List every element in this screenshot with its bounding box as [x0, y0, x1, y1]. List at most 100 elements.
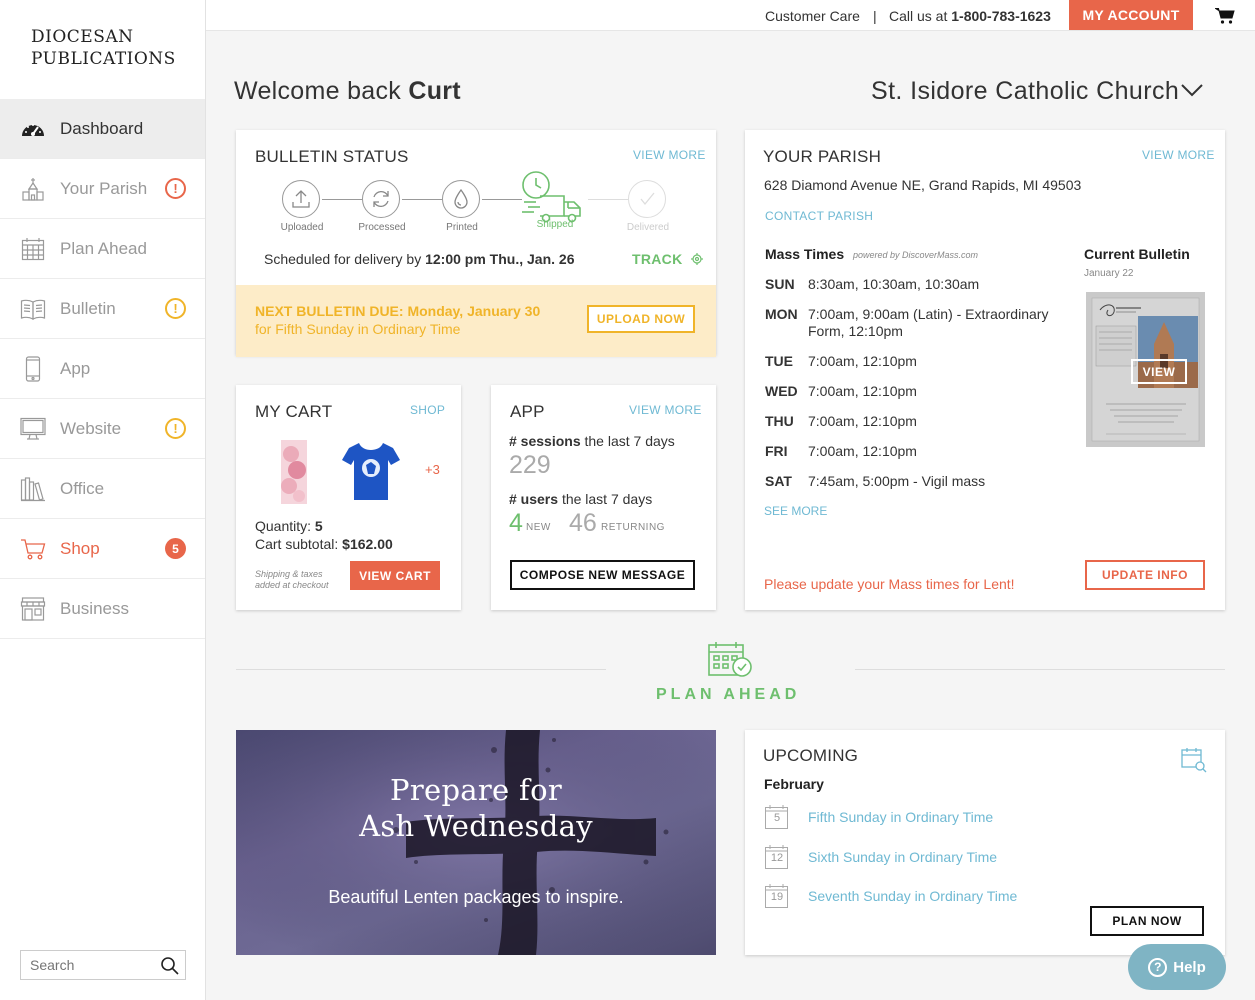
- sessions-label-rest: the last 7 days: [584, 433, 675, 449]
- tshirt-product-thumbnail[interactable]: [341, 440, 401, 507]
- divider: [855, 669, 1225, 670]
- brand-logo[interactable]: DIOCESAN PUBLICATIONS: [31, 26, 176, 70]
- customer-care-link[interactable]: Customer Care: [765, 8, 860, 24]
- sidebar-item-bulletin[interactable]: Bulletin !: [0, 279, 205, 339]
- mass-day: TUE: [765, 353, 793, 369]
- brand-line-1: DIOCESAN: [31, 27, 134, 47]
- sidebar-item-your-parish[interactable]: Your Parish !: [0, 159, 205, 219]
- card-title: YOUR PARISH: [763, 147, 882, 166]
- plan-now-button[interactable]: PLAN NOW: [1090, 906, 1204, 936]
- search-icon[interactable]: [160, 956, 180, 981]
- upcoming-day: 5: [773, 812, 781, 824]
- step-label: Processed: [358, 222, 406, 233]
- step-label: Printed: [446, 222, 478, 233]
- sidebar-item-shop[interactable]: Shop 5: [0, 519, 205, 579]
- shop-link[interactable]: SHOP: [410, 403, 445, 417]
- mass-times: 7:45am, 5:00pm - Vigil mass: [808, 473, 986, 489]
- sidebar-nav: Dashboard Your Parish ! Plan Ahead Bulle…: [0, 99, 205, 639]
- church-icon: [20, 176, 46, 202]
- step-connector: [482, 199, 522, 200]
- ash-wednesday-promo[interactable]: Prepare for Ash Wednesday Beautiful Lent…: [236, 730, 716, 955]
- upcoming-label: Seventh Sunday in Ordinary Time: [808, 888, 1018, 904]
- delivery-steps: Uploaded Processed Printed Shipped Deliv…: [281, 171, 669, 240]
- phone-icon: [20, 355, 46, 382]
- target-icon: [690, 253, 703, 265]
- view-more-link[interactable]: VIEW MORE: [1142, 148, 1215, 162]
- step-label: Uploaded: [280, 222, 324, 233]
- current-bulletin-date: January 22: [1084, 268, 1134, 279]
- step-connector: [402, 199, 442, 200]
- step-processed: Processed: [358, 180, 406, 233]
- subtotal-label: Cart subtotal:: [255, 536, 339, 552]
- step-label: Delivered: [626, 222, 670, 233]
- see-more-link[interactable]: SEE MORE: [764, 504, 827, 518]
- phone-number[interactable]: 1-800-783-1623: [951, 8, 1051, 24]
- books-icon: [20, 476, 46, 502]
- calendar-search-icon[interactable]: [1181, 747, 1207, 778]
- sidebar-item-office[interactable]: Office: [0, 459, 205, 519]
- ink-drop-icon: [442, 180, 480, 218]
- call-prefix: Call us at: [889, 8, 948, 24]
- step-shipped: Shipped: [520, 170, 590, 233]
- welcome-prefix: Welcome back: [234, 77, 402, 105]
- track-link[interactable]: TRACK: [632, 251, 703, 267]
- view-bulletin-button[interactable]: VIEW: [1131, 359, 1187, 384]
- my-account-button[interactable]: MY ACCOUNT: [1069, 0, 1193, 30]
- upcoming-day: 12: [770, 852, 784, 864]
- sidebar-item-business[interactable]: Business: [0, 579, 205, 639]
- view-more-link[interactable]: VIEW MORE: [633, 148, 706, 162]
- card-title: UPCOMING: [763, 746, 859, 765]
- schedule-prefix: Scheduled for delivery by: [264, 251, 422, 267]
- sidebar-item-dashboard[interactable]: Dashboard: [0, 99, 205, 159]
- sidebar-item-plan-ahead[interactable]: Plan Ahead: [0, 219, 205, 279]
- bulletin-thumbnail[interactable]: VIEW: [1086, 292, 1205, 447]
- view-more-link[interactable]: VIEW MORE: [629, 403, 702, 417]
- promo-title-line: Prepare for: [390, 773, 562, 807]
- subtotal-value: $162.00: [342, 536, 393, 552]
- step-connector: [588, 199, 628, 200]
- card-title: BULLETIN STATUS: [255, 147, 409, 166]
- returning-users-count: 46: [569, 509, 597, 537]
- page-title: Welcome back Curt: [234, 77, 461, 106]
- due-subtitle: for Fifth Sunday in Ordinary Time: [255, 321, 461, 337]
- parish-address: 628 Diamond Avenue NE, Grand Rapids, MI …: [764, 177, 1082, 193]
- call-us-text: Call us at 1-800-783-1623: [889, 8, 1051, 24]
- sidebar-item-app[interactable]: App: [0, 339, 205, 399]
- store-icon: [20, 596, 46, 622]
- step-printed: Printed: [442, 180, 482, 233]
- mass-times: 7:00am, 9:00am (Latin) - Extraordinary F…: [808, 306, 1049, 339]
- due-title: NEXT BULLETIN DUE: Monday, January 30: [255, 303, 541, 319]
- users-label: # users the last 7 days: [509, 491, 652, 507]
- alert-badge: !: [165, 418, 186, 439]
- help-button[interactable]: ? Help: [1128, 944, 1226, 990]
- quantity-label: Quantity:: [255, 518, 312, 534]
- upload-now-button[interactable]: UPLOAD NOW: [587, 305, 695, 333]
- note-line: Shipping & taxes: [255, 569, 323, 579]
- search-input[interactable]: [21, 957, 151, 973]
- users-label-bold: # users: [509, 491, 559, 507]
- compose-message-button[interactable]: COMPOSE NEW MESSAGE: [510, 560, 695, 590]
- cart-icon[interactable]: [1213, 7, 1235, 30]
- sessions-label: # sessions the last 7 days: [509, 433, 675, 449]
- view-cart-button[interactable]: VIEW CART: [350, 561, 440, 590]
- track-label: TRACK: [632, 251, 683, 267]
- refresh-icon: [362, 180, 400, 218]
- mass-times: 8:30am, 10:30am, 10:30am: [808, 276, 980, 292]
- update-info-button[interactable]: UPDATE INFO: [1085, 560, 1205, 590]
- contact-parish-link[interactable]: CONTACT PARISH: [765, 209, 873, 223]
- gauge-icon: [20, 116, 46, 142]
- step-connector: [322, 199, 362, 200]
- banner-product-thumbnail[interactable]: [281, 440, 307, 504]
- sessions-label-bold: # sessions: [509, 433, 581, 449]
- sidebar-item-website[interactable]: Website !: [0, 399, 205, 459]
- mass-day: SAT: [765, 473, 792, 489]
- returning-users-label: RETURNING: [601, 522, 665, 533]
- chevron-down-icon[interactable]: [1180, 82, 1204, 103]
- bulletin-status-card: BULLETIN STATUS VIEW MORE Uploaded Proce…: [236, 130, 716, 357]
- new-users-label: NEW: [526, 522, 551, 533]
- calendar-check-icon: [707, 640, 753, 683]
- upcoming-month: February: [764, 776, 824, 792]
- promo-title-line: Ash Wednesday: [359, 809, 593, 843]
- check-icon: [628, 180, 666, 218]
- church-selector[interactable]: St. Isidore Catholic Church: [871, 77, 1179, 106]
